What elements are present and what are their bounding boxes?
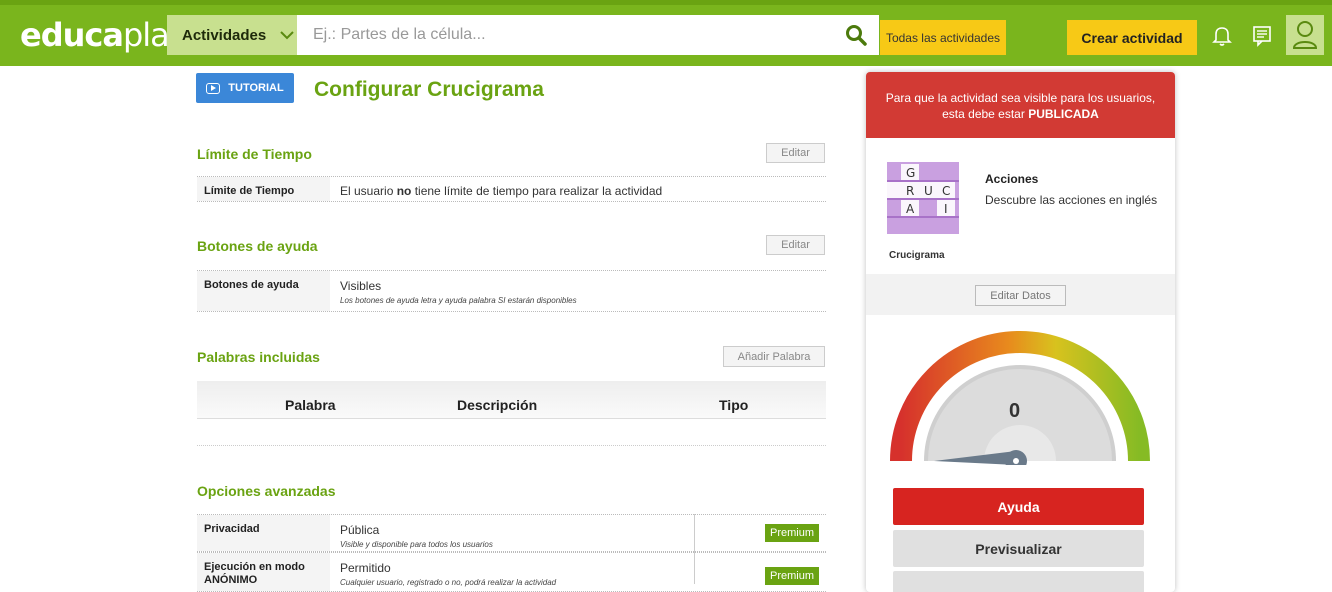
privacy-value: Pública [340, 523, 380, 537]
time-limit-value: El usuario no tiene límite de tiempo par… [340, 184, 663, 198]
add-word-button[interactable]: Añadir Palabra [723, 346, 825, 367]
preview-button[interactable]: Previsualizar [893, 530, 1144, 567]
help-buttons-key: Botones de ayuda [197, 271, 330, 311]
search-input[interactable] [297, 15, 879, 55]
thumb-letter: C [942, 184, 950, 198]
edit-help-buttons-button[interactable]: Editar [766, 235, 825, 255]
anonymous-value: Permitido [340, 561, 391, 575]
educaplay-logo[interactable]: educaplay [20, 16, 188, 54]
privacy-row: Privacidad Pública Visible y disponible … [197, 514, 826, 552]
help-buttons-section-title: Botones de ayuda [197, 238, 318, 254]
help-button[interactable]: Ayuda [893, 488, 1144, 525]
anonymous-key: Ejecución en modo ANÓNIMO [197, 553, 330, 591]
help-buttons-value: Visibles [340, 279, 382, 293]
gauge-value: 0 [1009, 400, 1021, 422]
publish-panel: Para que la actividad sea visible para l… [866, 72, 1175, 592]
activity-description: Descubre las acciones en inglés [985, 193, 1158, 207]
advanced-options-section-title: Opciones avanzadas [197, 483, 336, 499]
user-profile-icon[interactable] [1286, 15, 1324, 55]
search-icon[interactable] [845, 24, 867, 46]
bell-icon[interactable] [1212, 25, 1232, 52]
anonymous-subvalue: Cualquier usuario, registrado o no, podr… [340, 578, 557, 587]
premium-badge-anonymous[interactable]: Premium [765, 567, 819, 585]
words-table-empty-row [197, 445, 826, 446]
help-buttons-subvalue: Los botones de ayuda letra y ayuda palab… [340, 296, 577, 305]
activities-dropdown-label: Actividades [182, 26, 267, 44]
messages-icon[interactable] [1252, 25, 1272, 52]
anonymous-row: Ejecución en modo ANÓNIMO Permitido Cual… [197, 552, 826, 592]
top-navbar: educaplay Actividades Todas las activida… [0, 0, 1332, 66]
help-buttons-row: Botones de ayuda Visibles Los botones de… [197, 270, 826, 312]
create-activity-button[interactable]: Crear actividad [1067, 20, 1197, 55]
privacy-key: Privacidad [197, 515, 330, 551]
column-header-description: Descripción [457, 397, 538, 413]
thumb-letter: I [944, 202, 948, 216]
edit-data-button[interactable]: Editar Datos [975, 285, 1066, 306]
activities-dropdown[interactable]: Actividades [167, 15, 297, 55]
column-header-word: Palabra [285, 397, 336, 413]
time-limit-section-title: Límite de Tiempo [197, 146, 312, 162]
thumb-letter: R [906, 184, 914, 198]
column-header-type: Tipo [719, 397, 749, 413]
crossword-thumbnail[interactable]: G R U C A I [887, 162, 959, 234]
tutorial-button[interactable]: TUTORIAL [196, 73, 294, 103]
thumb-letter: U [924, 184, 933, 198]
play-icon [206, 82, 221, 94]
panel-action-button[interactable] [893, 571, 1144, 592]
page-title: Configurar Crucigrama [314, 78, 544, 101]
tutorial-label: TUTORIAL [228, 82, 284, 94]
words-table-header: Palabra Descripción Tipo [197, 381, 826, 419]
column-divider [694, 514, 695, 584]
thumb-letter: A [906, 202, 915, 216]
time-limit-key: Límite de Tiempo [197, 177, 330, 201]
activity-title: Acciones [985, 172, 1039, 186]
thumb-letter: G [906, 166, 915, 180]
time-limit-row: Límite de Tiempo El usuario no tiene lím… [197, 176, 826, 202]
publish-notice: Para que la actividad sea visible para l… [866, 72, 1175, 138]
edit-time-limit-button[interactable]: Editar [766, 143, 825, 163]
words-section-title: Palabras incluidas [197, 349, 320, 365]
chevron-down-icon [280, 27, 294, 43]
privacy-subvalue: Visible y disponible para todos los usua… [340, 540, 493, 549]
activity-type-label: Crucigrama [889, 250, 945, 261]
all-activities-button[interactable]: Todas las actividades [880, 20, 1006, 55]
premium-badge-privacy[interactable]: Premium [765, 524, 819, 542]
gauge [866, 315, 1175, 472]
